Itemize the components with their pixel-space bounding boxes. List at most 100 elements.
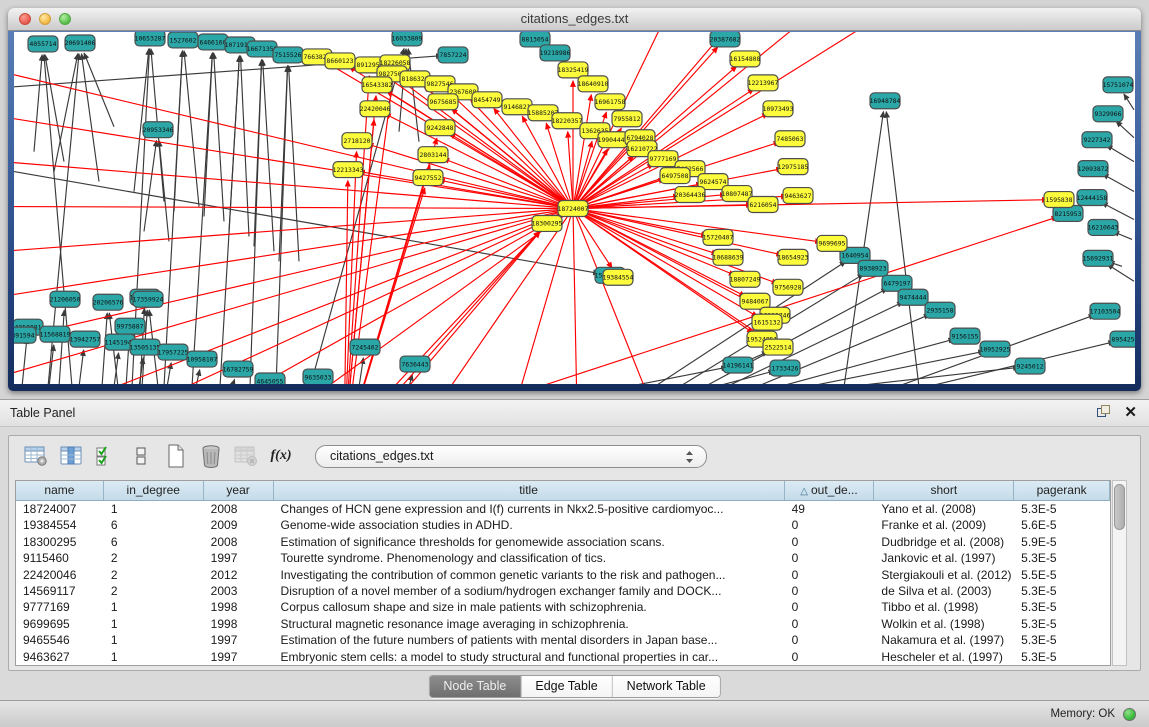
table-settings-icon[interactable] bbox=[23, 443, 49, 469]
graph-node[interactable]: 9635033 bbox=[303, 369, 333, 384]
graph-node[interactable]: 2935158 bbox=[925, 302, 955, 318]
column-header-pagerank[interactable]: pagerank bbox=[1014, 481, 1110, 501]
zoom-window-button[interactable] bbox=[59, 13, 71, 25]
graph-node[interactable]: 9699695 bbox=[817, 235, 847, 251]
graph-node[interactable]: 9227342 bbox=[1082, 132, 1112, 148]
network-selector[interactable]: citations_edges.txt bbox=[315, 445, 707, 468]
graph-node[interactable]: 2522514 bbox=[763, 339, 793, 355]
graph-node[interactable]: 10952925 bbox=[980, 341, 1011, 357]
graph-node[interactable]: 13505135 bbox=[130, 339, 161, 355]
graph-node[interactable]: 9777169 bbox=[648, 151, 678, 167]
graph-node[interactable]: 19904448 bbox=[598, 132, 629, 148]
graph-node[interactable]: 9675685 bbox=[428, 94, 458, 110]
table-row[interactable]: 946362711997Embryonic stem cells: a mode… bbox=[16, 649, 1110, 665]
column-header-year[interactable]: year bbox=[204, 481, 274, 501]
row-selection-icon[interactable] bbox=[93, 443, 119, 469]
graph-node[interactable]: 7857224 bbox=[438, 47, 468, 63]
network-canvas[interactable]: 4055714206914061065328715276026466160107… bbox=[14, 32, 1135, 384]
show-columns-icon[interactable] bbox=[58, 443, 84, 469]
minimize-window-button[interactable] bbox=[39, 13, 51, 25]
column-header-title[interactable]: title bbox=[274, 481, 785, 501]
table-row[interactable]: 911546021997Tourette syndrome. Phenomeno… bbox=[16, 550, 1110, 566]
graph-node[interactable]: 4055714 bbox=[28, 36, 58, 52]
graph-node[interactable]: 1615132 bbox=[752, 314, 782, 330]
graph-node[interactable]: 1733426 bbox=[770, 360, 800, 376]
network-window-titlebar[interactable]: citations_edges.txt bbox=[8, 8, 1141, 31]
graph-node[interactable]: 8954255 bbox=[1110, 331, 1135, 347]
graph-node[interactable]: 16033809 bbox=[392, 32, 423, 46]
table-row[interactable]: 2242004622012Investigating the contribut… bbox=[16, 567, 1110, 583]
network-graph[interactable]: 4055714206914061065328715276026466160107… bbox=[14, 32, 1135, 384]
graph-node[interactable]: 16961758 bbox=[595, 94, 626, 110]
graph-node[interactable]: 6497508 bbox=[660, 168, 690, 184]
graph-node[interactable]: 15692931 bbox=[1083, 250, 1114, 266]
graph-node[interactable]: 1391594 bbox=[14, 327, 36, 343]
graph-node[interactable]: 18220357 bbox=[552, 113, 583, 129]
column-header-in-degree[interactable]: in_degree bbox=[104, 481, 204, 501]
graph-node[interactable]: 17359924 bbox=[133, 291, 164, 307]
graph-node[interactable]: 18807249 bbox=[730, 271, 761, 287]
graph-node[interactable]: 21206050 bbox=[50, 291, 81, 307]
graph-node[interactable]: 10958107 bbox=[187, 351, 218, 367]
graph-node[interactable]: 17103504 bbox=[1090, 303, 1121, 319]
graph-node[interactable]: 4645055 bbox=[255, 373, 285, 384]
table-row[interactable]: 1938455462009Genome-wide association stu… bbox=[16, 517, 1110, 533]
table-scrollbar[interactable] bbox=[1112, 480, 1127, 666]
graph-node[interactable]: 9975887 bbox=[115, 318, 145, 334]
graph-node[interactable]: 20691406 bbox=[65, 35, 96, 51]
graph-node[interactable]: 11568819 bbox=[40, 326, 71, 342]
graph-node[interactable]: 6466160 bbox=[198, 34, 228, 50]
close-window-button[interactable] bbox=[19, 13, 31, 25]
tab-edge-table[interactable]: Edge Table bbox=[521, 676, 612, 697]
graph-node[interactable]: 14196141 bbox=[723, 357, 754, 373]
table-row[interactable]: 946554611997Estimation of the future num… bbox=[16, 632, 1110, 648]
graph-node[interactable]: 8660123 bbox=[325, 53, 355, 69]
graph-node[interactable]: 6216054 bbox=[748, 197, 778, 213]
graph-node[interactable]: 15751074 bbox=[1103, 77, 1134, 93]
float-panel-icon[interactable] bbox=[1097, 405, 1112, 420]
graph-node[interactable]: 12975185 bbox=[778, 159, 809, 175]
graph-node[interactable]: 17957225 bbox=[158, 344, 189, 360]
table-row[interactable]: 969969511998Structural magnetic resonanc… bbox=[16, 616, 1110, 632]
graph-node[interactable]: 9242848 bbox=[425, 120, 455, 136]
graph-node[interactable]: 20387682 bbox=[710, 32, 741, 47]
table-row[interactable]: 1456911722003Disruption of a novel membe… bbox=[16, 583, 1110, 599]
column-header-name[interactable]: name bbox=[16, 481, 104, 501]
graph-node[interactable]: 15720407 bbox=[703, 229, 734, 245]
graph-node[interactable]: 2718120 bbox=[342, 133, 372, 149]
function-builder-icon[interactable]: f(x) bbox=[268, 443, 294, 469]
graph-node[interactable]: 9474444 bbox=[898, 289, 928, 305]
graph-node[interactable]: 8938923 bbox=[858, 260, 888, 276]
graph-node[interactable]: 20364436 bbox=[675, 187, 706, 203]
graph-node[interactable]: 8454749 bbox=[472, 92, 502, 108]
graph-node[interactable]: 12444158 bbox=[1077, 190, 1108, 206]
rows-icon[interactable] bbox=[128, 443, 154, 469]
graph-node[interactable]: 7485063 bbox=[775, 131, 805, 147]
graph-node[interactable]: 16210643 bbox=[1088, 219, 1119, 235]
tab-network-table[interactable]: Network Table bbox=[613, 676, 720, 697]
table-row[interactable]: 1872400712008Changes of HCN gene express… bbox=[16, 501, 1110, 517]
graph-node[interactable]: 18724007 bbox=[558, 201, 589, 217]
table-row[interactable]: 977716911998Corpus callosum shape and si… bbox=[16, 599, 1110, 615]
graph-node[interactable]: 7955812 bbox=[612, 111, 642, 127]
delete-table-icon[interactable] bbox=[198, 443, 224, 469]
graph-node[interactable]: 9156155 bbox=[950, 328, 980, 344]
graph-node[interactable]: 16782759 bbox=[223, 361, 254, 377]
graph-node[interactable]: 9329966 bbox=[1093, 106, 1123, 122]
graph-node[interactable]: 9463627 bbox=[783, 188, 813, 204]
table-row[interactable]: 1830029562008Estimation of significance … bbox=[16, 534, 1110, 550]
graph-node[interactable]: 10973493 bbox=[763, 101, 794, 117]
tab-node-table[interactable]: Node Table bbox=[429, 676, 521, 697]
column-header-short[interactable]: short bbox=[874, 481, 1014, 501]
graph-node[interactable]: 9427552 bbox=[413, 170, 443, 186]
close-panel-icon[interactable]: ✕ bbox=[1124, 405, 1137, 420]
graph-node[interactable]: 10653287 bbox=[135, 32, 166, 46]
graph-node[interactable]: 20206576 bbox=[93, 294, 124, 310]
graph-node[interactable]: 9756928 bbox=[773, 279, 803, 295]
graph-node[interactable]: 12213343 bbox=[333, 162, 364, 178]
graph-node[interactable]: 10688639 bbox=[713, 249, 744, 265]
new-document-icon[interactable] bbox=[163, 443, 189, 469]
graph-node[interactable]: 12093872 bbox=[1078, 161, 1109, 177]
scrollbar-thumb[interactable] bbox=[1114, 484, 1125, 530]
graph-node[interactable]: 19218986 bbox=[540, 45, 571, 61]
